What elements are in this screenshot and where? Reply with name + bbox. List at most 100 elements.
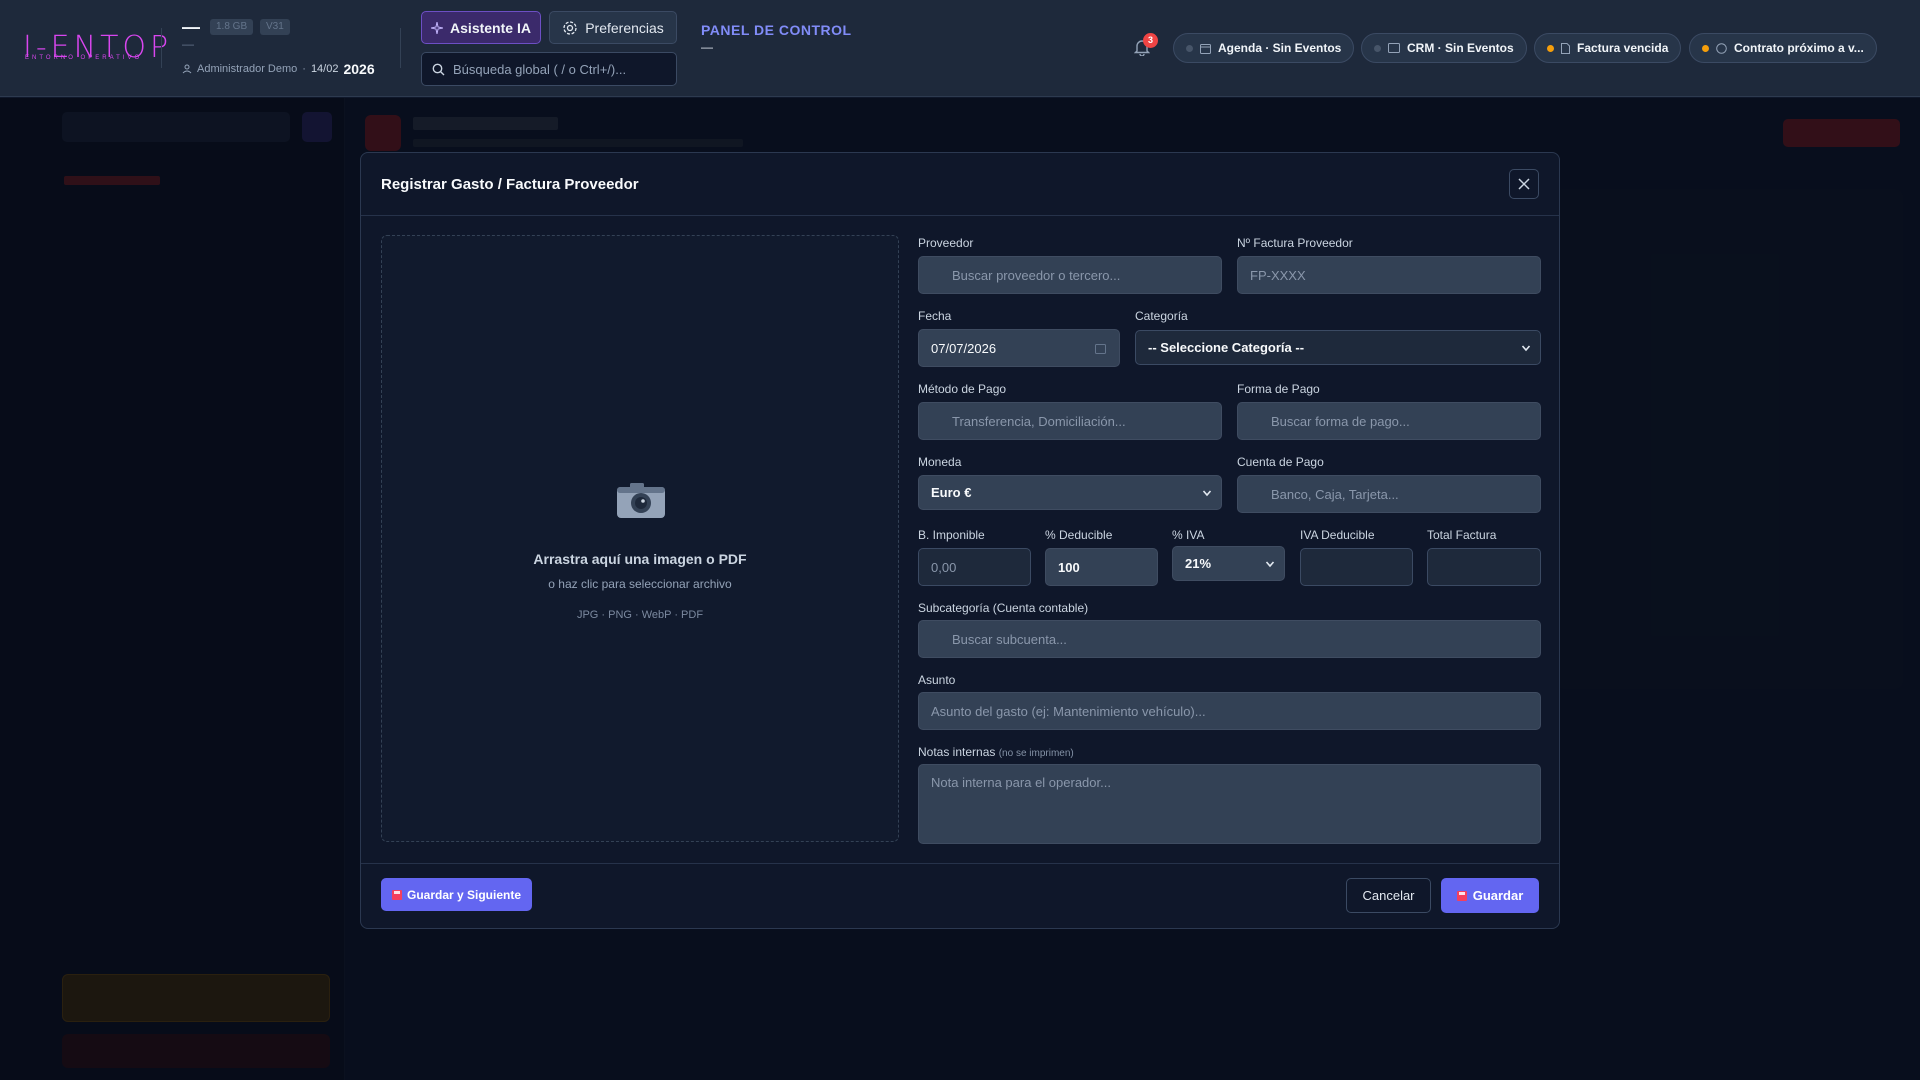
fiscal-year[interactable]: 2026 (343, 61, 374, 77)
subcategory-placeholder: Buscar subcuenta... (952, 631, 1067, 647)
close-button[interactable] (1509, 169, 1539, 199)
modal-title: Registrar Gasto / Factura Proveedor (381, 176, 639, 193)
supplier-placeholder: Buscar proveedor o tercero... (952, 267, 1121, 283)
dropzone-subtitle: o haz clic para seleccionar archivo (548, 577, 732, 591)
modal-footer: Guardar y Siguiente Cancelar Guardar (361, 863, 1559, 928)
overdue-invoice-pill[interactable]: Factura vencida (1534, 33, 1682, 63)
chevron-down-icon (1202, 490, 1212, 497)
internal-notes-label: Notas internas (no se imprimen) (918, 745, 1074, 759)
dropzone-file-types: JPG · PNG · WebP · PDF (576, 609, 704, 621)
payment-method-input[interactable]: Transferencia, Domiciliación... (918, 402, 1222, 440)
global-search-placeholder: Búsqueda global ( / o Ctrl+/)... (453, 61, 627, 77)
version-badge: V31 (260, 19, 290, 35)
status-dot (1374, 44, 1381, 52)
deductible-percent-input[interactable]: 100 (1045, 548, 1158, 586)
currency-value: Euro € (931, 485, 972, 500)
save-and-next-label: Guardar y Siguiente (406, 887, 522, 902)
crm-status-label: CRM · Sin Eventos (1407, 41, 1514, 55)
company-name: — (182, 17, 200, 37)
deductible-vat-label: IVA Deducible (1300, 528, 1375, 542)
subject-label: Asunto (918, 673, 956, 687)
date-value: 07/07/2026 (931, 340, 997, 356)
payment-account-input[interactable]: Banco, Caja, Tarjeta... (1237, 475, 1541, 513)
user-info: Administrador Demo · 14/02 2026 (182, 61, 375, 77)
dropzone-title: Arrastra aquí una imagen o PDF (533, 551, 747, 567)
modal-header: Registrar Gasto / Factura Proveedor (361, 153, 1559, 216)
payment-form-placeholder: Buscar forma de pago... (1271, 413, 1410, 429)
document-icon (1561, 42, 1570, 54)
deductible-percent-label: % Deducible (1045, 528, 1113, 542)
company-subtitle: — (182, 37, 194, 51)
ai-assistant-label: Asistente IA (450, 19, 531, 36)
close-icon (1518, 178, 1530, 190)
deductible-vat-field[interactable] (1300, 548, 1413, 586)
file-dropzone[interactable]: Arrastra aquí una imagen o PDF o haz cli… (381, 235, 899, 842)
invoice-total-label: Total Factura (1427, 528, 1497, 542)
contract-expiring-pill[interactable]: Contrato próximo a v... (1689, 33, 1877, 63)
deductible-percent-value: 100 (1058, 559, 1080, 575)
divider (400, 28, 401, 68)
vat-percent-select[interactable]: 21% (1172, 546, 1285, 581)
internal-notes-placeholder: Nota interna para el operador... (931, 775, 1111, 790)
date-label: Fecha (918, 309, 952, 323)
session-date: 14/02 (310, 63, 339, 75)
page-title: PANEL DE CONTROL (701, 22, 852, 38)
ai-assistant-button[interactable]: Asistente IA (421, 11, 541, 44)
invoice-total-field[interactable] (1427, 548, 1541, 586)
category-label: Categoría (1135, 309, 1188, 323)
payment-account-placeholder: Banco, Caja, Tarjeta... (1271, 486, 1399, 502)
taxable-base-input[interactable]: 0,00 (918, 548, 1031, 586)
chevron-down-icon (1521, 345, 1531, 352)
subcategory-label: Subcategoría (Cuenta contable) (918, 601, 1089, 615)
user-name: Administrador Demo (197, 63, 298, 75)
calendar-icon[interactable] (1095, 343, 1106, 354)
save-and-next-button[interactable]: Guardar y Siguiente (381, 878, 532, 911)
expense-modal: Registrar Gasto / Factura Proveedor Arra… (360, 152, 1560, 929)
invoice-number-input[interactable]: FP-XXXX (1237, 256, 1541, 294)
payment-form-label: Forma de Pago (1237, 382, 1320, 396)
supplier-label: Proveedor (918, 236, 974, 250)
notification-badge: 3 (1143, 33, 1158, 48)
category-select[interactable]: -- Seleccione Categoría -- (1135, 330, 1541, 365)
category-value: -- Seleccione Categoría -- (1148, 340, 1305, 355)
subcategory-search-input[interactable]: Buscar subcuenta... (918, 620, 1541, 658)
cancel-label: Cancelar (1362, 888, 1415, 903)
user-icon (182, 64, 192, 74)
payment-form-input[interactable]: Buscar forma de pago... (1237, 402, 1541, 440)
preferences-button[interactable]: Preferencias (549, 11, 677, 44)
calendar-icon (1200, 43, 1211, 54)
vat-percent-label: % IVA (1172, 528, 1205, 542)
crm-card-icon (1388, 43, 1400, 53)
supplier-search-input[interactable]: Buscar proveedor o tercero... (918, 256, 1222, 294)
agenda-status-pill[interactable]: Agenda · Sin Eventos (1173, 33, 1355, 63)
save-label: Guardar (1472, 888, 1524, 903)
status-dot (1186, 44, 1193, 52)
crm-status-pill[interactable]: CRM · Sin Eventos (1361, 33, 1527, 63)
chevron-down-icon (1265, 561, 1275, 568)
floppy-disk-icon (1456, 890, 1467, 901)
currency-select[interactable]: Euro € (918, 475, 1222, 510)
preferences-label: Preferencias (585, 19, 664, 36)
internal-notes-textarea[interactable]: Nota interna para el operador... (918, 764, 1541, 844)
global-search-input[interactable]: Búsqueda global ( / o Ctrl+/)... (421, 52, 677, 86)
sparkle-icon (431, 21, 444, 34)
contract-expiring-label: Contrato próximo a v... (1734, 41, 1864, 55)
app-logo-subtitle: ENTORNO OPERATIVO (25, 55, 143, 61)
separator: · (302, 63, 306, 75)
clock-icon (1716, 42, 1727, 54)
taxable-base-placeholder: 0,00 (931, 559, 957, 575)
storage-badge: 1.8 GB (210, 19, 254, 35)
floppy-disk-icon (391, 889, 402, 900)
search-icon (432, 63, 445, 75)
status-dot (1702, 44, 1709, 52)
vat-percent-value: 21% (1185, 556, 1212, 571)
status-dot (1547, 44, 1554, 52)
internal-notes-label-text: Notas internas (918, 745, 996, 759)
taxable-base-label: B. Imponible (918, 528, 985, 542)
cancel-button[interactable]: Cancelar (1346, 878, 1431, 913)
subject-input[interactable]: Asunto del gasto (ej: Mantenimiento vehí… (918, 692, 1541, 730)
payment-account-label: Cuenta de Pago (1237, 455, 1324, 469)
overdue-invoice-label: Factura vencida (1577, 41, 1669, 55)
date-input[interactable]: 07/07/2026 (918, 329, 1120, 367)
save-button[interactable]: Guardar (1441, 878, 1539, 913)
